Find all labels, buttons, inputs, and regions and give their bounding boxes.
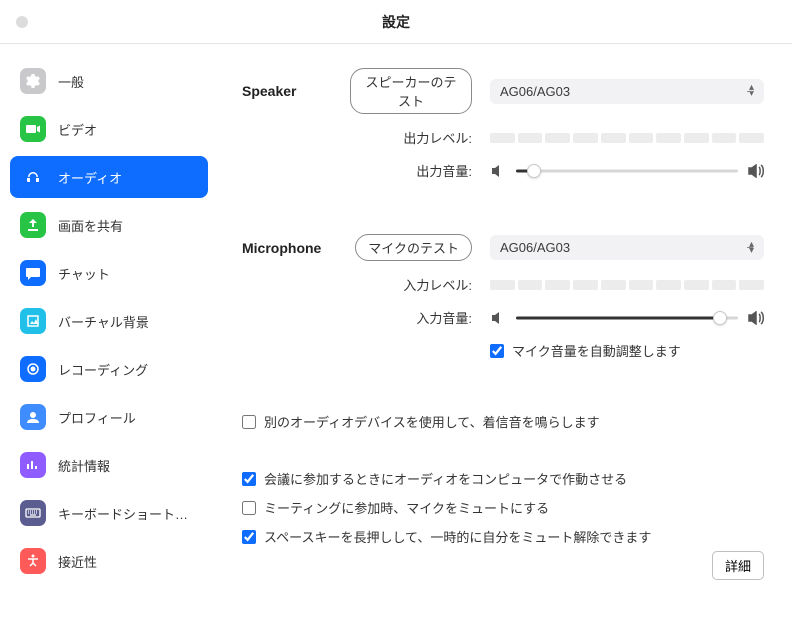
test-mic-button[interactable]: マイクのテスト (355, 234, 472, 261)
input-volume-slider[interactable] (516, 310, 738, 326)
output-level-label: 出力レベル: (350, 128, 472, 147)
speaker-device-select[interactable]: AG06/AG03 ▴▾ (490, 79, 764, 104)
body: 一般ビデオオーディオ画面を共有チャットバーチャル背景レコーディングプロフィール統… (0, 44, 792, 640)
sidebar-item-virtual[interactable]: バーチャル背景 (10, 300, 208, 342)
sidebar-item-chat[interactable]: チャット (10, 252, 208, 294)
mute-on-join-checkbox[interactable]: ミーティングに参加時、マイクをミュートにする (242, 498, 764, 517)
sidebar-item-label: プロフィール (58, 408, 136, 427)
input-volume-label: 入力音量: (350, 308, 472, 327)
volume-low-icon (490, 164, 506, 178)
advanced-button[interactable]: 詳細 (712, 551, 764, 580)
join-with-computer-audio-checkbox[interactable]: 会議に参加するときにオーディオをコンピュータで作動させる (242, 469, 764, 488)
test-speaker-button[interactable]: スピーカーのテスト (350, 68, 472, 114)
settings-window: 設定 一般ビデオオーディオ画面を共有チャットバーチャル背景レコーディングプロフィ… (0, 0, 792, 640)
sidebar-item-label: レコーディング (58, 360, 148, 379)
volume-high-icon (748, 311, 764, 325)
space-to-unmute-checkbox[interactable]: スペースキーを長押しして、一時的に自分をミュート解除できます (242, 527, 764, 546)
virtual-icon (20, 308, 46, 334)
input-level-label: 入力レベル: (350, 275, 472, 294)
microphone-heading: Microphone (242, 240, 350, 256)
sidebar-item-label: バーチャル背景 (58, 312, 149, 331)
titlebar: 設定 (0, 0, 792, 44)
video-icon (20, 116, 46, 142)
audio-icon (20, 164, 46, 190)
chat-icon (20, 260, 46, 286)
volume-low-icon (490, 311, 506, 325)
sidebar-item-label: 接近性 (58, 552, 97, 571)
sidebar-item-label: 一般 (58, 72, 84, 91)
speaker-heading: Speaker (242, 83, 350, 99)
sidebar-item-video[interactable]: ビデオ (10, 108, 208, 150)
ring-separate-device-checkbox[interactable]: 別のオーディオデバイスを使用して、着信音を鳴らします (242, 412, 764, 431)
output-volume-slider[interactable] (516, 163, 738, 179)
share-icon (20, 212, 46, 238)
keyboard-icon (20, 500, 46, 526)
output-volume-label: 出力音量: (350, 161, 472, 180)
sidebar-item-stats[interactable]: 統計情報 (10, 444, 208, 486)
gear-icon (20, 68, 46, 94)
sidebar-item-label: キーボードショートカ… (58, 504, 198, 523)
volume-high-icon (748, 164, 764, 178)
sidebar-item-record[interactable]: レコーディング (10, 348, 208, 390)
sidebar-item-share[interactable]: 画面を共有 (10, 204, 208, 246)
sidebar-item-label: ビデオ (58, 120, 97, 139)
access-icon (20, 548, 46, 574)
chevron-updown-icon: ▴▾ (749, 242, 754, 254)
content-audio: Speaker スピーカーのテスト AG06/AG03 ▴▾ 出力レベル: (218, 44, 792, 640)
sidebar-item-audio[interactable]: オーディオ (10, 156, 208, 198)
stats-icon (20, 452, 46, 478)
sidebar: 一般ビデオオーディオ画面を共有チャットバーチャル背景レコーディングプロフィール統… (0, 44, 218, 640)
window-controls (16, 16, 28, 28)
sidebar-item-profile[interactable]: プロフィール (10, 396, 208, 438)
record-icon (20, 356, 46, 382)
sidebar-item-access[interactable]: 接近性 (10, 540, 208, 582)
sidebar-item-label: チャット (58, 264, 110, 283)
close-dot[interactable] (16, 16, 28, 28)
speaker-device-value: AG06/AG03 (500, 84, 570, 99)
sidebar-item-label: 画面を共有 (58, 216, 123, 235)
sidebar-item-keyboard[interactable]: キーボードショートカ… (10, 492, 208, 534)
output-level-meter (490, 133, 764, 143)
chevron-updown-icon: ▴▾ (749, 85, 754, 97)
mic-device-value: AG06/AG03 (500, 240, 570, 255)
sidebar-item-label: オーディオ (58, 168, 122, 187)
profile-icon (20, 404, 46, 430)
sidebar-item-gear[interactable]: 一般 (10, 60, 208, 102)
auto-adjust-mic-checkbox[interactable]: マイク音量を自動調整します (490, 341, 681, 360)
sidebar-item-label: 統計情報 (58, 456, 110, 475)
input-level-meter (490, 280, 764, 290)
mic-device-select[interactable]: AG06/AG03 ▴▾ (490, 235, 764, 260)
window-title: 設定 (382, 12, 410, 32)
